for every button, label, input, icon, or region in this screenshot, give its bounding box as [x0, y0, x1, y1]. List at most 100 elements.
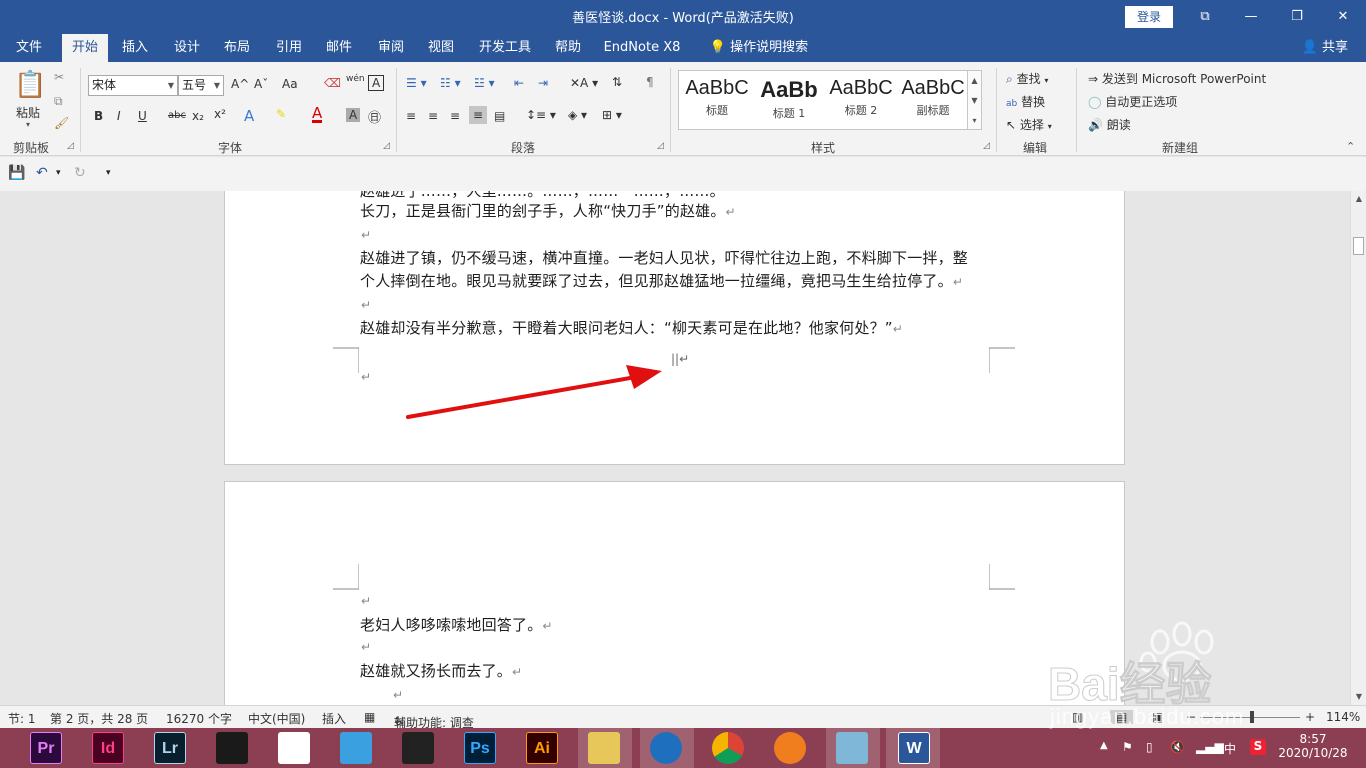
format-painter-icon[interactable]: 🖌	[54, 116, 69, 130]
close-icon[interactable]: ✕	[1328, 4, 1358, 30]
char-shading-icon[interactable]: A	[346, 108, 361, 122]
more-styles-icon[interactable]: ▾	[968, 111, 981, 131]
tab-help[interactable]: 帮助	[546, 34, 590, 62]
macro-record-icon[interactable]: ▦	[364, 710, 375, 724]
scroll-up-icon[interactable]: ▲	[1351, 191, 1366, 207]
justify-icon[interactable]: ≡	[469, 106, 488, 124]
cut-icon[interactable]: ✂	[54, 70, 64, 84]
find-button[interactable]: ⌕ 查找 ▾	[1006, 70, 1048, 87]
customize-qat-icon[interactable]: ▾	[106, 168, 111, 178]
minimize-icon[interactable]: —	[1236, 4, 1266, 30]
mail-app-icon[interactable]	[278, 732, 310, 764]
scroll-down-icon[interactable]: ▼	[1351, 689, 1366, 705]
tab-review[interactable]: 审阅	[368, 34, 414, 62]
ribbon-display-icon[interactable]: ⧉	[1190, 4, 1220, 30]
read-mode-icon[interactable]: ▥	[1072, 710, 1083, 724]
premiere-app-icon[interactable]: Pr	[30, 732, 62, 764]
ime-indicator[interactable]: 中	[1224, 740, 1236, 757]
increase-indent-icon[interactable]: ⇥	[538, 76, 548, 90]
redo-icon[interactable]: ↻	[74, 165, 86, 181]
style-heading2[interactable]: AaBbC 标题 2	[825, 71, 897, 129]
status-language[interactable]: 中文(中国)	[248, 710, 305, 727]
show-marks-icon[interactable]: ¶	[646, 75, 654, 89]
tab-insert[interactable]: 插入	[112, 34, 158, 62]
page-1[interactable]: 赵雄进了……，人里……。……，……一……，……。 长刀，正是县衙门里的刽子手，人…	[224, 191, 1125, 465]
pinyin-guide-icon[interactable]: wén	[346, 74, 365, 84]
status-page[interactable]: 第 2 页，共 28 页	[50, 710, 148, 727]
tab-mailings[interactable]: 邮件	[316, 34, 362, 62]
player-app-icon[interactable]	[774, 732, 806, 764]
tray-up-icon[interactable]: ▲	[1100, 740, 1108, 751]
zoom-level[interactable]: 114%	[1326, 710, 1360, 724]
font-color-icon[interactable]: A	[312, 106, 323, 123]
decrease-indent-icon[interactable]: ⇤	[514, 76, 524, 90]
qq-app-icon[interactable]	[402, 732, 434, 764]
grow-font-icon[interactable]: A^	[231, 77, 249, 91]
style-title[interactable]: AaBbC 标题	[681, 71, 753, 129]
illustrator-app-icon[interactable]: Ai	[526, 732, 558, 764]
paragraph-launcher-icon[interactable]: ◿	[657, 141, 664, 151]
file-explorer-app-icon[interactable]	[588, 732, 620, 764]
italic-button[interactable]: I	[117, 109, 121, 123]
battery-icon[interactable]: ▯	[1146, 740, 1153, 754]
align-center-icon[interactable]: ≡	[428, 109, 438, 123]
tab-home[interactable]: 开始	[62, 34, 108, 62]
clock[interactable]: 8:57 2020/10/28	[1278, 732, 1348, 760]
print-layout-icon[interactable]: ▤	[1110, 710, 1134, 724]
char-border-icon[interactable]: A	[368, 75, 385, 91]
tab-references[interactable]: 引用	[266, 34, 312, 62]
autocorrect-button[interactable]: ◯ 自动更正选项	[1088, 93, 1177, 110]
copy-icon[interactable]: ⧉	[54, 94, 63, 109]
superscript-button[interactable]: x²	[214, 107, 226, 121]
status-words[interactable]: 16270 个字	[166, 710, 232, 727]
styles-launcher-icon[interactable]: ◿	[983, 141, 990, 151]
undo-dropdown-icon[interactable]: ▾	[56, 168, 61, 178]
share-button[interactable]: 👤 共享	[1302, 34, 1348, 62]
tab-layout[interactable]: 布局	[214, 34, 260, 62]
notes-app-icon[interactable]	[836, 732, 868, 764]
status-mode[interactable]: 插入	[322, 710, 346, 727]
undo-icon[interactable]: ↶	[36, 165, 48, 181]
tell-me-search[interactable]: 💡 操作说明搜索	[704, 34, 814, 62]
web-layout-icon[interactable]: ▣	[1152, 710, 1163, 724]
read-aloud-button[interactable]: 🔊 朗读	[1088, 116, 1131, 133]
word-app-icon[interactable]: W	[898, 732, 930, 764]
scroll-down-icon[interactable]: ▼	[968, 91, 981, 111]
lightroom-app-icon[interactable]: Lr	[154, 732, 186, 764]
bullets-icon[interactable]: ☰ ▾	[406, 76, 427, 90]
save-icon[interactable]: 💾	[8, 165, 25, 181]
indesign-app-icon[interactable]: Id	[92, 732, 124, 764]
clear-format-icon[interactable]: ⌫	[324, 76, 341, 90]
chat-app-icon[interactable]	[340, 732, 372, 764]
numbering-icon[interactable]: ☷ ▾	[440, 76, 461, 90]
align-left-icon[interactable]: ≡	[406, 109, 416, 123]
login-button[interactable]: 登录	[1125, 6, 1173, 28]
font-launcher-icon[interactable]: ◿	[383, 141, 390, 151]
restore-icon[interactable]: ❐	[1282, 4, 1312, 30]
underline-button[interactable]: U	[138, 109, 147, 123]
network-icon[interactable]: ▂▄▆	[1196, 740, 1224, 754]
vertical-scrollbar[interactable]: ▲ ▼	[1350, 191, 1366, 705]
zoom-slider-thumb[interactable]	[1250, 711, 1254, 723]
clipboard-launcher-icon[interactable]: ◿	[67, 141, 74, 151]
tab-endnote[interactable]: EndNote X8	[600, 34, 684, 62]
shading-icon[interactable]: ◈ ▾	[568, 108, 587, 122]
sort-icon[interactable]: ⇅	[612, 75, 622, 89]
send-to-ppt-button[interactable]: ⇒ 发送到 Microsoft PowerPoint	[1088, 70, 1266, 87]
distributed-icon[interactable]: ▤	[494, 109, 505, 123]
status-section[interactable]: 节: 1	[8, 710, 36, 727]
change-case-button[interactable]: Aa	[282, 77, 298, 91]
highlight-icon[interactable]: ✎	[276, 107, 286, 121]
paste-icon[interactable]: 📋	[14, 70, 46, 100]
scroll-up-icon[interactable]: ▲	[968, 71, 981, 91]
page-2[interactable]: ↵ 老妇人哆哆嗦嗦地回答了。↵ ↵ 赵雄就又扬长而去了。↵ ↵	[224, 481, 1125, 705]
select-button[interactable]: ↖ 选择 ▾	[1006, 116, 1052, 133]
scroll-thumb[interactable]	[1353, 237, 1364, 255]
photoshop-app-icon[interactable]: Ps	[464, 732, 496, 764]
borders-icon[interactable]: ⊞ ▾	[602, 108, 622, 122]
multilevel-list-icon[interactable]: ☳ ▾	[474, 76, 495, 90]
flag-icon[interactable]: ⚑	[1122, 740, 1133, 754]
strikethrough-button[interactable]: abc	[168, 110, 186, 121]
replace-button[interactable]: ab 替换	[1006, 93, 1045, 110]
zoom-out-button[interactable]: −	[1186, 710, 1196, 724]
